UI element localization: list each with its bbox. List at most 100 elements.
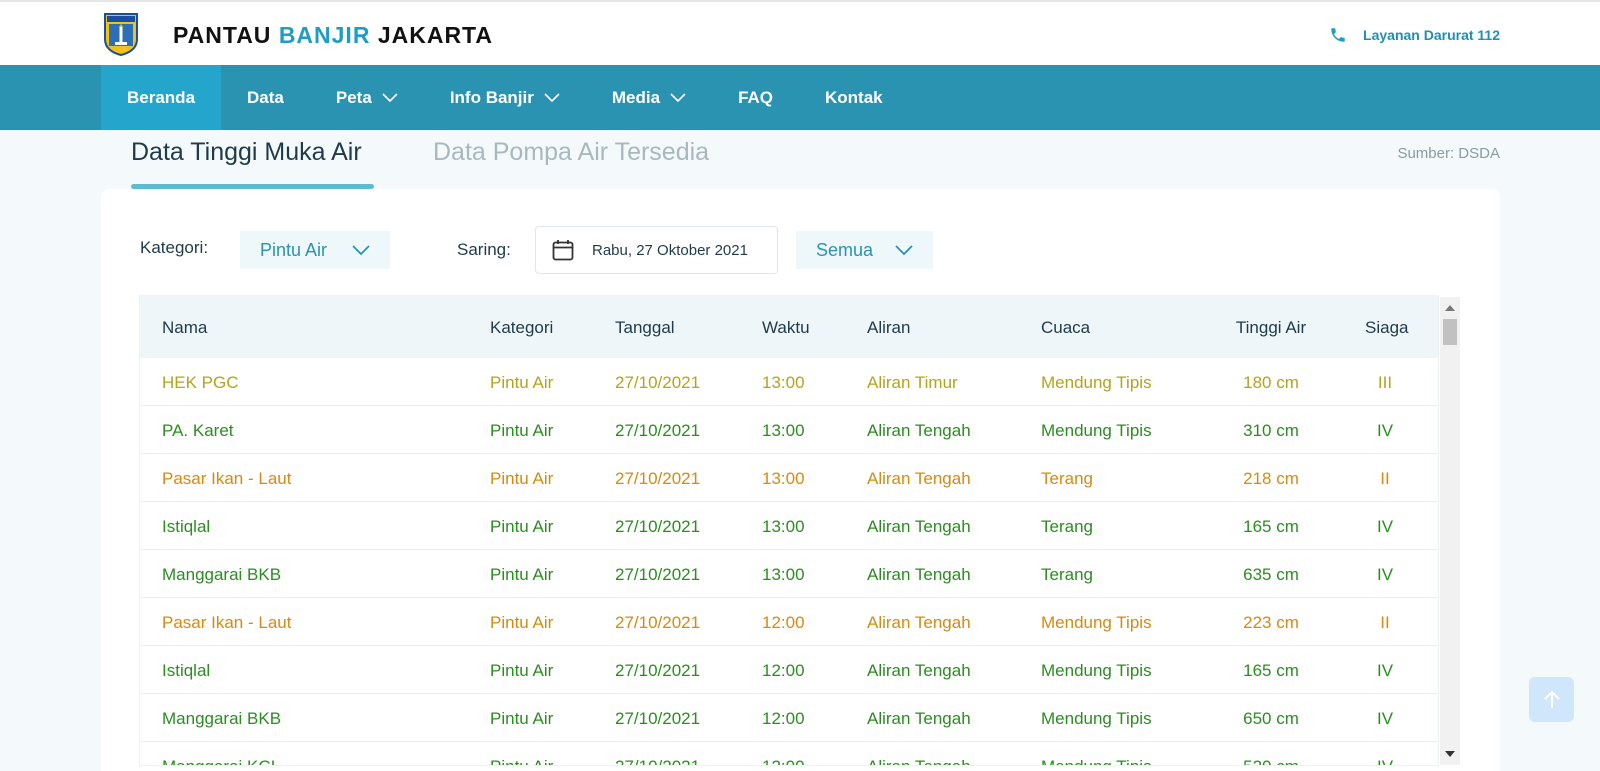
table-row[interactable]: Manggarai BKB Pintu Air 27/10/2021 13:00 Ali… xyxy=(140,550,1438,598)
cell-aliran: Aliran Tengah xyxy=(867,469,971,488)
column-header-tanggal[interactable]: Tanggal xyxy=(615,318,675,338)
source-label: Sumber: DSDA xyxy=(1397,145,1500,162)
cell-tanggal: 27/10/2021 xyxy=(615,709,701,728)
cell-cuaca: Mendung Tipis xyxy=(1041,421,1152,440)
cell-aliran: Aliran Tengah xyxy=(867,565,971,584)
category-select[interactable]: Pintu Air xyxy=(240,231,390,269)
chevron-down-icon xyxy=(544,92,560,102)
cell-siaga: IV xyxy=(1376,661,1394,680)
nav-label: Kontak xyxy=(825,87,883,107)
cell-waktu: 13:00 xyxy=(762,565,805,584)
cell-tinggi: 180 cm xyxy=(1243,373,1299,392)
tab-tinggi-muka-air[interactable]: Data Tinggi Muka Air xyxy=(131,138,362,167)
table-scrollbar[interactable] xyxy=(1440,297,1460,765)
cell-tanggal: 27/10/2021 xyxy=(615,373,701,392)
cell-waktu: 13:00 xyxy=(762,373,805,392)
emergency-contact[interactable]: Layanan Darurat 112 xyxy=(1329,26,1500,44)
cell-aliran: Aliran Tengah xyxy=(867,709,971,728)
column-header-waktu[interactable]: Waktu xyxy=(762,318,810,338)
cell-aliran: Aliran Tengah xyxy=(867,421,971,440)
scroll-down-arrow-icon[interactable] xyxy=(1445,751,1455,757)
table-row[interactable]: Pasar Ikan - Laut Pintu Air 27/10/2021 13:0… xyxy=(140,454,1438,502)
table-row[interactable]: HEK PGC Pintu Air 27/10/2021 13:00 Aliran Ti… xyxy=(140,358,1438,406)
column-header-cuaca[interactable]: Cuaca xyxy=(1041,318,1090,338)
table-body: HEK PGC Pintu Air 27/10/2021 13:00 Aliran Ti… xyxy=(140,358,1438,765)
cell-kategori: Pintu Air xyxy=(490,757,553,765)
chevron-down-icon xyxy=(382,92,398,102)
cell-nama: PA. Karet xyxy=(162,421,234,440)
cell-cuaca: Mendung Tipis xyxy=(1041,757,1152,765)
nav-item-beranda[interactable]: Beranda xyxy=(101,65,222,130)
top-header: PANTAU BANJIR JAKARTA Layanan Darurat 11… xyxy=(0,0,1600,65)
jakarta-logo[interactable] xyxy=(101,11,141,57)
phone-icon xyxy=(1331,28,1345,42)
nav-label: Peta xyxy=(335,87,372,107)
back-to-top-button[interactable] xyxy=(1529,677,1574,722)
cell-tinggi: 310 cm xyxy=(1243,421,1299,440)
cell-tinggi: 165 cm xyxy=(1243,517,1299,536)
date-picker[interactable]: Rabu, 27 Oktober 2021 xyxy=(535,226,778,274)
table-row[interactable]: Manggarai BKB Pintu Air 27/10/2021 12:00 Ali… xyxy=(140,694,1438,742)
category-label: Kategori: xyxy=(140,238,209,257)
nav-item-faq[interactable]: FAQ xyxy=(712,65,799,130)
cell-nama: Manggarai BKB xyxy=(162,565,282,584)
tab-pompa-air[interactable]: Data Pompa Air Tersedia xyxy=(433,138,709,167)
cell-siaga: II xyxy=(1380,613,1390,632)
column-header-kategori[interactable]: Kategori xyxy=(490,318,553,338)
cell-waktu: 13:00 xyxy=(762,421,805,440)
nav-items: Beranda Data Peta Info Banjir Media FAQ … xyxy=(101,65,909,130)
scroll-up-arrow-icon[interactable] xyxy=(1445,305,1455,311)
nav-item-info-banjir[interactable]: Info Banjir xyxy=(424,65,586,130)
cell-nama: Pasar Ikan - Laut xyxy=(162,469,292,488)
cell-kategori: Pintu Air xyxy=(490,565,554,584)
cell-nama: Manggarai BKB xyxy=(162,709,282,728)
brand-part-2: BANJIR xyxy=(278,22,371,48)
category-value: Pintu Air xyxy=(260,239,328,260)
cell-tanggal: 27/10/2021 xyxy=(615,469,701,488)
table-row[interactable]: Istiqlal Pintu Air 27/10/2021 13:00 Aliran T… xyxy=(140,502,1438,550)
cell-kategori: Pintu Air xyxy=(490,709,554,728)
table-row[interactable]: Istiqlal Pintu Air 27/10/2021 12:00 Aliran T… xyxy=(140,646,1438,694)
cell-waktu: 12:00 xyxy=(762,661,805,680)
chevron-down-icon xyxy=(670,92,686,102)
column-header-nama[interactable]: Nama xyxy=(162,318,207,338)
nav-label: Media xyxy=(611,87,661,107)
cell-tanggal: 27/10/2021 xyxy=(615,661,701,680)
cell-nama: Pasar Ikan - Laut xyxy=(162,613,292,632)
table-row[interactable]: Pasar Ikan - Laut Pintu Air 27/10/2021 12:0… xyxy=(140,598,1438,646)
cell-tanggal: 27/10/2021 xyxy=(615,565,701,584)
column-header-siaga[interactable]: Siaga xyxy=(1365,318,1408,338)
cell-nama: Istiqlal xyxy=(162,661,211,680)
cell-siaga: IV xyxy=(1376,565,1394,584)
cell-tinggi: 520 cm xyxy=(1231,757,1311,765)
scroll-thumb[interactable] xyxy=(1443,319,1457,345)
emergency-label: Layanan Darurat 112 xyxy=(1363,27,1500,43)
cell-kategori: Pintu Air xyxy=(490,613,554,632)
cell-tanggal: 27/10/2021 xyxy=(615,421,701,440)
brand-title: PANTAU BANJIR JAKARTA xyxy=(173,22,493,49)
cell-tinggi: 635 cm xyxy=(1243,565,1299,584)
nav-item-data[interactable]: Data xyxy=(221,65,310,130)
table-row[interactable]: Manggarai KCI Pintu Air 27/10/2021 12:00 Ali… xyxy=(140,742,1438,765)
table-row[interactable]: PA. Karet Pintu Air 27/10/2021 13:00 Aliran … xyxy=(140,406,1438,454)
cell-waktu: 12:00 xyxy=(762,757,805,765)
nav-item-media[interactable]: Media xyxy=(586,65,712,130)
cell-tinggi: 218 cm xyxy=(1243,469,1299,488)
cell-kategori: Pintu Air xyxy=(490,517,554,536)
nav-item-peta[interactable]: Peta xyxy=(310,65,424,130)
cell-nama: Manggarai KCI xyxy=(162,757,275,765)
cell-aliran: Aliran Tengah xyxy=(867,613,971,632)
status-value: Semua xyxy=(816,239,874,260)
cell-tinggi: 223 cm xyxy=(1243,613,1299,632)
status-select[interactable]: Semua xyxy=(796,231,933,269)
cell-nama: HEK PGC xyxy=(162,373,239,392)
column-header-tinggi-air[interactable]: Tinggi Air xyxy=(1231,318,1311,338)
date-value: Rabu, 27 Oktober 2021 xyxy=(592,241,748,259)
cell-aliran: Aliran Tengah xyxy=(867,757,971,765)
cell-waktu: 12:00 xyxy=(762,613,805,632)
cell-cuaca: Mendung Tipis xyxy=(1041,613,1152,632)
cell-aliran: Aliran Tengah xyxy=(867,661,971,680)
cell-cuaca: Terang xyxy=(1041,469,1093,488)
column-header-aliran[interactable]: Aliran xyxy=(867,318,910,338)
nav-item-kontak[interactable]: Kontak xyxy=(799,65,909,130)
